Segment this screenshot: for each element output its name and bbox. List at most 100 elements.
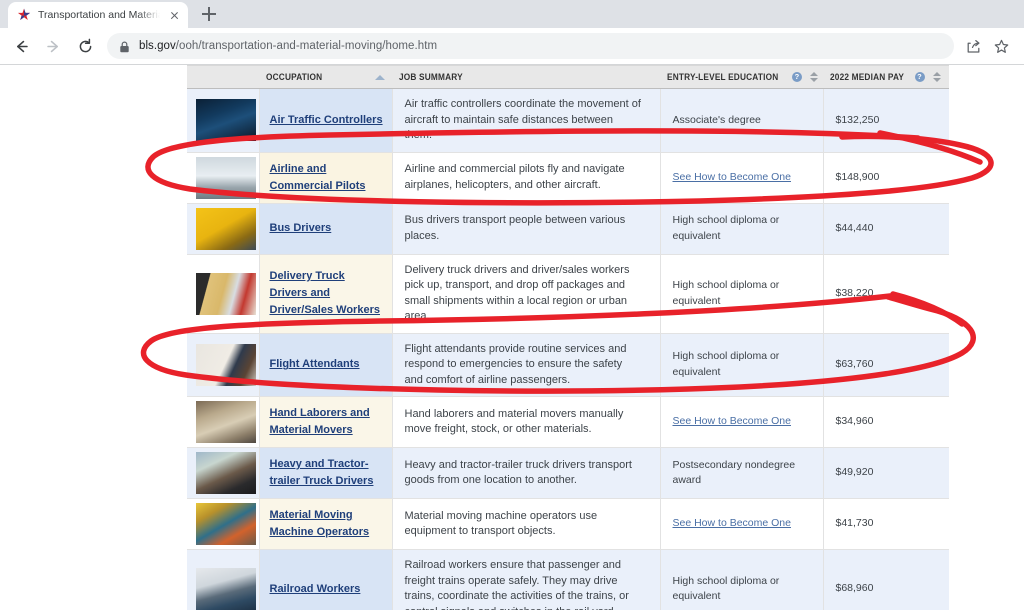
new-tab-button[interactable] bbox=[196, 1, 222, 27]
cell-entry-education[interactable]: See How to Become One bbox=[659, 152, 823, 204]
education-value: High school diploma or equivalent bbox=[672, 350, 780, 378]
table-row[interactable]: Heavy and Tractor-trailer Truck Drivers H… bbox=[187, 447, 949, 499]
cell-entry-education[interactable]: See How to Become One bbox=[659, 498, 823, 550]
cell-occupation[interactable]: Delivery Truck Drivers and Driver/Sales … bbox=[258, 254, 393, 334]
median-pay-value: $49,920 bbox=[835, 466, 874, 479]
median-pay-value: $34,960 bbox=[835, 415, 874, 428]
table-row[interactable]: Railroad Workers Railroad workers ensure … bbox=[187, 549, 949, 610]
table-row[interactable]: Delivery Truck Drivers and Driver/Sales … bbox=[187, 254, 949, 334]
cell-entry-education: Postsecondary nondegree award bbox=[659, 447, 823, 499]
cell-occupation[interactable]: Material Moving Machine Operators bbox=[258, 498, 393, 550]
forward-button[interactable] bbox=[38, 31, 68, 61]
table-row[interactable]: Bus Drivers Bus drivers transport people … bbox=[187, 203, 949, 255]
header-median-pay[interactable]: 2022 MEDIAN PAY ? bbox=[823, 65, 949, 89]
cell-entry-education: High school diploma or equivalent bbox=[659, 203, 823, 255]
browser-window: Transportation and Material Mov bbox=[0, 0, 1024, 610]
cell-occupation[interactable]: Hand Laborers and Material Movers bbox=[258, 396, 393, 448]
cell-occupation[interactable]: Flight Attendants bbox=[258, 333, 393, 397]
cell-median-pay: $148,900 bbox=[822, 152, 949, 204]
bookmark-button[interactable] bbox=[988, 33, 1014, 59]
occupation-link[interactable]: Hand Laborers and Material Movers bbox=[270, 407, 370, 436]
median-pay-value: $68,960 bbox=[835, 582, 874, 595]
education-value: Associate's degree bbox=[672, 113, 761, 126]
occupation-link[interactable]: Airline and Commercial Pilots bbox=[270, 163, 366, 192]
occupation-link[interactable]: Flight Attendants bbox=[270, 358, 360, 370]
cell-occupation[interactable]: Air Traffic Controllers bbox=[258, 88, 393, 153]
table-header: OCCUPATION JOB SUMMARY ENTRY-LEVEL EDUCA… bbox=[187, 65, 949, 89]
occupations-table: OCCUPATION JOB SUMMARY ENTRY-LEVEL EDUCA… bbox=[187, 65, 949, 610]
cell-job-summary: Hand laborers and material movers manual… bbox=[392, 396, 660, 448]
cell-job-summary: Delivery truck drivers and driver/sales … bbox=[392, 254, 660, 334]
cell-entry-education: High school diploma or equivalent bbox=[659, 333, 823, 397]
cell-thumbnail bbox=[187, 498, 259, 550]
table-row[interactable]: Hand Laborers and Material Movers Hand la… bbox=[187, 396, 949, 448]
tab-strip: Transportation and Material Mov bbox=[0, 0, 1024, 28]
occupation-link[interactable]: Bus Drivers bbox=[270, 222, 332, 234]
cell-occupation[interactable]: Heavy and Tractor-trailer Truck Drivers bbox=[258, 447, 393, 499]
occupation-link[interactable]: Material Moving Machine Operators bbox=[270, 509, 370, 538]
cell-thumbnail bbox=[187, 254, 259, 334]
cell-job-summary: Material moving machine operators use eq… bbox=[392, 498, 660, 550]
become-one-link[interactable]: See How to Become One bbox=[673, 171, 791, 183]
reload-button[interactable] bbox=[70, 31, 100, 61]
cell-thumbnail bbox=[187, 203, 259, 255]
arrow-right-icon bbox=[46, 40, 58, 52]
cell-occupation[interactable]: Airline and Commercial Pilots bbox=[258, 152, 393, 204]
cell-median-pay: $44,440 bbox=[822, 203, 949, 255]
cell-thumbnail bbox=[187, 447, 259, 499]
cell-thumbnail bbox=[187, 152, 259, 204]
cell-thumbnail bbox=[187, 333, 259, 397]
cell-median-pay: $34,960 bbox=[822, 396, 949, 448]
cell-median-pay: $41,730 bbox=[822, 498, 949, 550]
back-button[interactable] bbox=[6, 31, 36, 61]
education-value: High school diploma or equivalent bbox=[672, 214, 780, 242]
become-one-link[interactable]: See How to Become One bbox=[673, 517, 791, 529]
header-occupation[interactable]: OCCUPATION bbox=[259, 65, 392, 89]
share-button[interactable] bbox=[960, 33, 986, 59]
cell-median-pay: $38,220 bbox=[822, 254, 949, 334]
occupation-link[interactable]: Railroad Workers bbox=[270, 583, 361, 595]
header-job-summary: JOB SUMMARY bbox=[392, 65, 660, 89]
address-bar[interactable]: bls.gov/ooh/transportation-and-material-… bbox=[107, 33, 954, 59]
cell-job-summary: Air traffic controllers coordinate the m… bbox=[392, 88, 660, 153]
address-bar-url: bls.gov/ooh/transportation-and-material-… bbox=[139, 40, 437, 52]
cell-job-summary: Flight attendants provide routine servic… bbox=[392, 333, 660, 397]
table-row[interactable]: Flight Attendants Flight attendants provi… bbox=[187, 333, 949, 397]
header-entry-education[interactable]: ENTRY-LEVEL EDUCATION ? bbox=[660, 65, 823, 89]
bls-star-favicon bbox=[17, 8, 31, 22]
material-moving-operators-thumbnail bbox=[196, 503, 256, 545]
cell-thumbnail bbox=[187, 396, 259, 448]
cell-occupation[interactable]: Bus Drivers bbox=[258, 203, 393, 255]
cell-entry-education: Associate's degree bbox=[659, 88, 823, 153]
cell-job-summary: Railroad workers ensure that passenger a… bbox=[392, 549, 660, 610]
sort-toggle-icon-education[interactable] bbox=[810, 71, 819, 83]
browser-tab[interactable]: Transportation and Material Mov bbox=[8, 2, 188, 28]
table-row[interactable]: Material Moving Machine Operators Materia… bbox=[187, 498, 949, 550]
median-pay-value: $132,250 bbox=[835, 113, 880, 126]
cell-occupation[interactable]: Railroad Workers bbox=[258, 549, 393, 610]
cell-thumbnail bbox=[187, 549, 259, 610]
close-icon[interactable] bbox=[167, 8, 182, 23]
table-row[interactable]: Airline and Commercial Pilots Airline and… bbox=[187, 152, 949, 204]
occupation-link[interactable]: Air Traffic Controllers bbox=[270, 114, 383, 126]
median-pay-value: $41,730 bbox=[835, 517, 874, 530]
sort-toggle-icon-pay[interactable] bbox=[933, 71, 942, 83]
become-one-link[interactable]: See How to Become One bbox=[673, 415, 791, 427]
air-traffic-controllers-thumbnail bbox=[196, 99, 256, 142]
cell-median-pay: $132,250 bbox=[822, 88, 949, 153]
table-row[interactable]: Air Traffic Controllers Air traffic contr… bbox=[187, 88, 949, 153]
header-job-summary-label: JOB SUMMARY bbox=[399, 72, 463, 82]
occupation-link[interactable]: Heavy and Tractor-trailer Truck Drivers bbox=[270, 458, 374, 487]
cell-entry-education[interactable]: See How to Become One bbox=[659, 396, 823, 448]
occupation-link[interactable]: Delivery Truck Drivers and Driver/Sales … bbox=[270, 270, 380, 316]
education-value: High school diploma or equivalent bbox=[672, 574, 780, 603]
header-entry-education-label: ENTRY-LEVEL EDUCATION bbox=[667, 72, 779, 82]
url-path: /ooh/transportation-and-material-moving/… bbox=[175, 40, 438, 52]
cell-median-pay: $63,760 bbox=[822, 333, 949, 397]
table-body: Air Traffic Controllers Air traffic contr… bbox=[187, 88, 949, 610]
sort-ascending-icon[interactable] bbox=[375, 72, 385, 82]
help-icon-pay[interactable]: ? bbox=[914, 72, 925, 82]
help-icon-education[interactable]: ? bbox=[792, 72, 803, 82]
tab-title: Transportation and Material Mov bbox=[38, 9, 160, 21]
arrow-left-icon bbox=[16, 40, 28, 52]
